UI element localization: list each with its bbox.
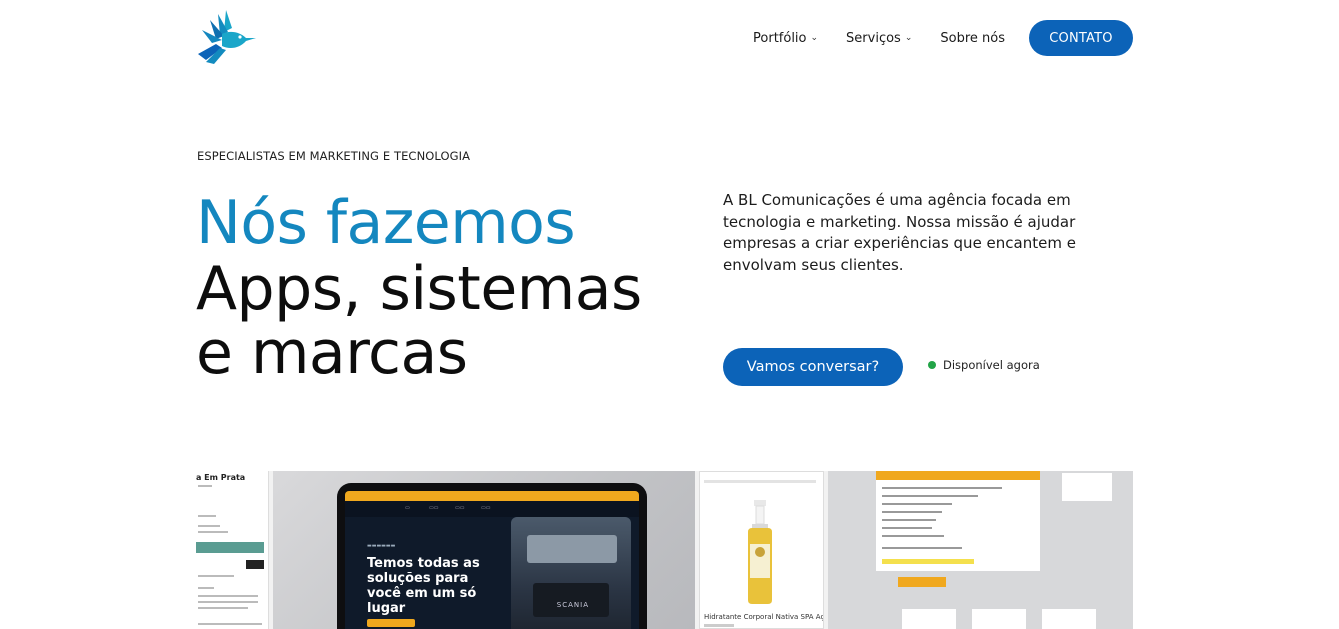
text-line bbox=[198, 575, 234, 577]
dashboard-row bbox=[882, 527, 932, 529]
dashboard-row bbox=[882, 519, 936, 521]
dashboard-header bbox=[876, 471, 1040, 480]
dashboard-highlight bbox=[882, 559, 974, 564]
nav-item-sobre-nos-label: Sobre nós bbox=[940, 30, 1005, 46]
site-navbar: ▭ ▭▭ ▭▭ ▭▭ bbox=[345, 501, 639, 517]
dashboard-tile bbox=[902, 609, 956, 629]
chevron-down-icon: ⌄ bbox=[810, 33, 819, 43]
dashboard-row bbox=[882, 535, 944, 537]
form-button bbox=[246, 560, 264, 569]
portfolio-card-jewelry[interactable]: a Em Prata bbox=[196, 471, 269, 629]
form-bar bbox=[196, 542, 264, 553]
nav-item-portfolio-label: Portfólio bbox=[753, 30, 807, 46]
text-line bbox=[198, 531, 228, 533]
dashboard-row bbox=[882, 547, 962, 549]
site-cta bbox=[367, 619, 415, 627]
portfolio-strip: a Em Prata ▭ ▭▭ ▭▭ ▭▭ SCANIA ▬▬▬▬▬▬ Temo… bbox=[196, 471, 1133, 629]
text-line bbox=[198, 515, 216, 517]
text-line bbox=[198, 485, 212, 487]
dashboard-row bbox=[882, 487, 1002, 489]
site-topbar bbox=[345, 491, 639, 501]
hero-headline-accent: Nós fazemos bbox=[196, 188, 576, 258]
dashboard-panel bbox=[876, 471, 1040, 571]
text-line bbox=[198, 623, 262, 625]
chevron-down-icon: ⌄ bbox=[904, 33, 913, 43]
dashboard-tile bbox=[972, 609, 1026, 629]
product-price bbox=[704, 624, 734, 627]
text-line bbox=[198, 601, 258, 603]
nav-item-portfolio[interactable]: Portfólio ⌄ bbox=[753, 31, 818, 46]
dashboard-row bbox=[882, 495, 978, 497]
portfolio-card-cosmetics[interactable]: Hidratante Corporal Nativa SPA Açaí bbox=[699, 471, 824, 629]
truck-grill bbox=[533, 583, 609, 617]
text-line bbox=[198, 587, 214, 589]
product-name: Hidratante Corporal Nativa SPA Açaí bbox=[704, 613, 824, 621]
dashboard-row bbox=[882, 503, 952, 505]
product-bottle-image bbox=[748, 500, 772, 604]
tablet-screen: ▭ ▭▭ ▭▭ ▭▭ SCANIA ▬▬▬▬▬▬ Temos todas as sol… bbox=[345, 491, 639, 629]
hero-intro-text: A BL Comunicações é uma agência focada e… bbox=[723, 191, 1076, 274]
portfolio-card-title: a Em Prata bbox=[196, 473, 246, 482]
tablet-mockup: ▭ ▭▭ ▭▭ ▭▭ SCANIA ▬▬▬▬▬▬ Temos todas as sol… bbox=[337, 483, 647, 629]
hummingbird-logo[interactable] bbox=[196, 8, 258, 64]
text-line bbox=[198, 525, 220, 527]
main-nav: Portfólio ⌄ Serviços ⌄ Sobre nós CONTATO bbox=[753, 20, 1133, 56]
text-line bbox=[198, 607, 248, 609]
availability-status: Disponível agora bbox=[928, 358, 1040, 372]
hero-eyebrow: ESPECIALISTAS EM MARKETING E TECNOLOGIA bbox=[197, 149, 471, 163]
hero-headline-line-2: Apps, sistemas bbox=[196, 254, 642, 324]
availability-status-label: Disponível agora bbox=[943, 358, 1040, 372]
nav-item-sobre-nos[interactable]: Sobre nós bbox=[940, 31, 1005, 46]
contact-button[interactable]: CONTATO bbox=[1029, 20, 1133, 56]
site-headline: Temos todas as soluções para você em um … bbox=[367, 556, 480, 616]
portfolio-card-logistics[interactable]: ▭ ▭▭ ▭▭ ▭▭ SCANIA ▬▬▬▬▬▬ Temos todas as sol… bbox=[273, 471, 695, 629]
lets-talk-button[interactable]: Vamos conversar? bbox=[723, 348, 903, 386]
site-kicker: ▬▬▬▬▬▬ bbox=[367, 543, 396, 549]
hero-headline-line-3: e marcas bbox=[196, 318, 468, 388]
dashboard-tile bbox=[1042, 609, 1096, 629]
status-dot-icon bbox=[928, 361, 936, 369]
breadcrumb bbox=[704, 480, 816, 483]
nav-item-servicos-label: Serviços bbox=[846, 30, 901, 46]
nav-item-servicos[interactable]: Serviços ⌄ bbox=[846, 31, 912, 46]
truck-brand-label: SCANIA bbox=[556, 601, 589, 609]
client-logo bbox=[1062, 473, 1112, 501]
portfolio-card-dashboard[interactable] bbox=[828, 471, 1133, 629]
dashboard-button bbox=[898, 577, 946, 587]
dashboard-row bbox=[882, 511, 942, 513]
text-line bbox=[198, 595, 258, 597]
truck-window bbox=[527, 535, 617, 563]
